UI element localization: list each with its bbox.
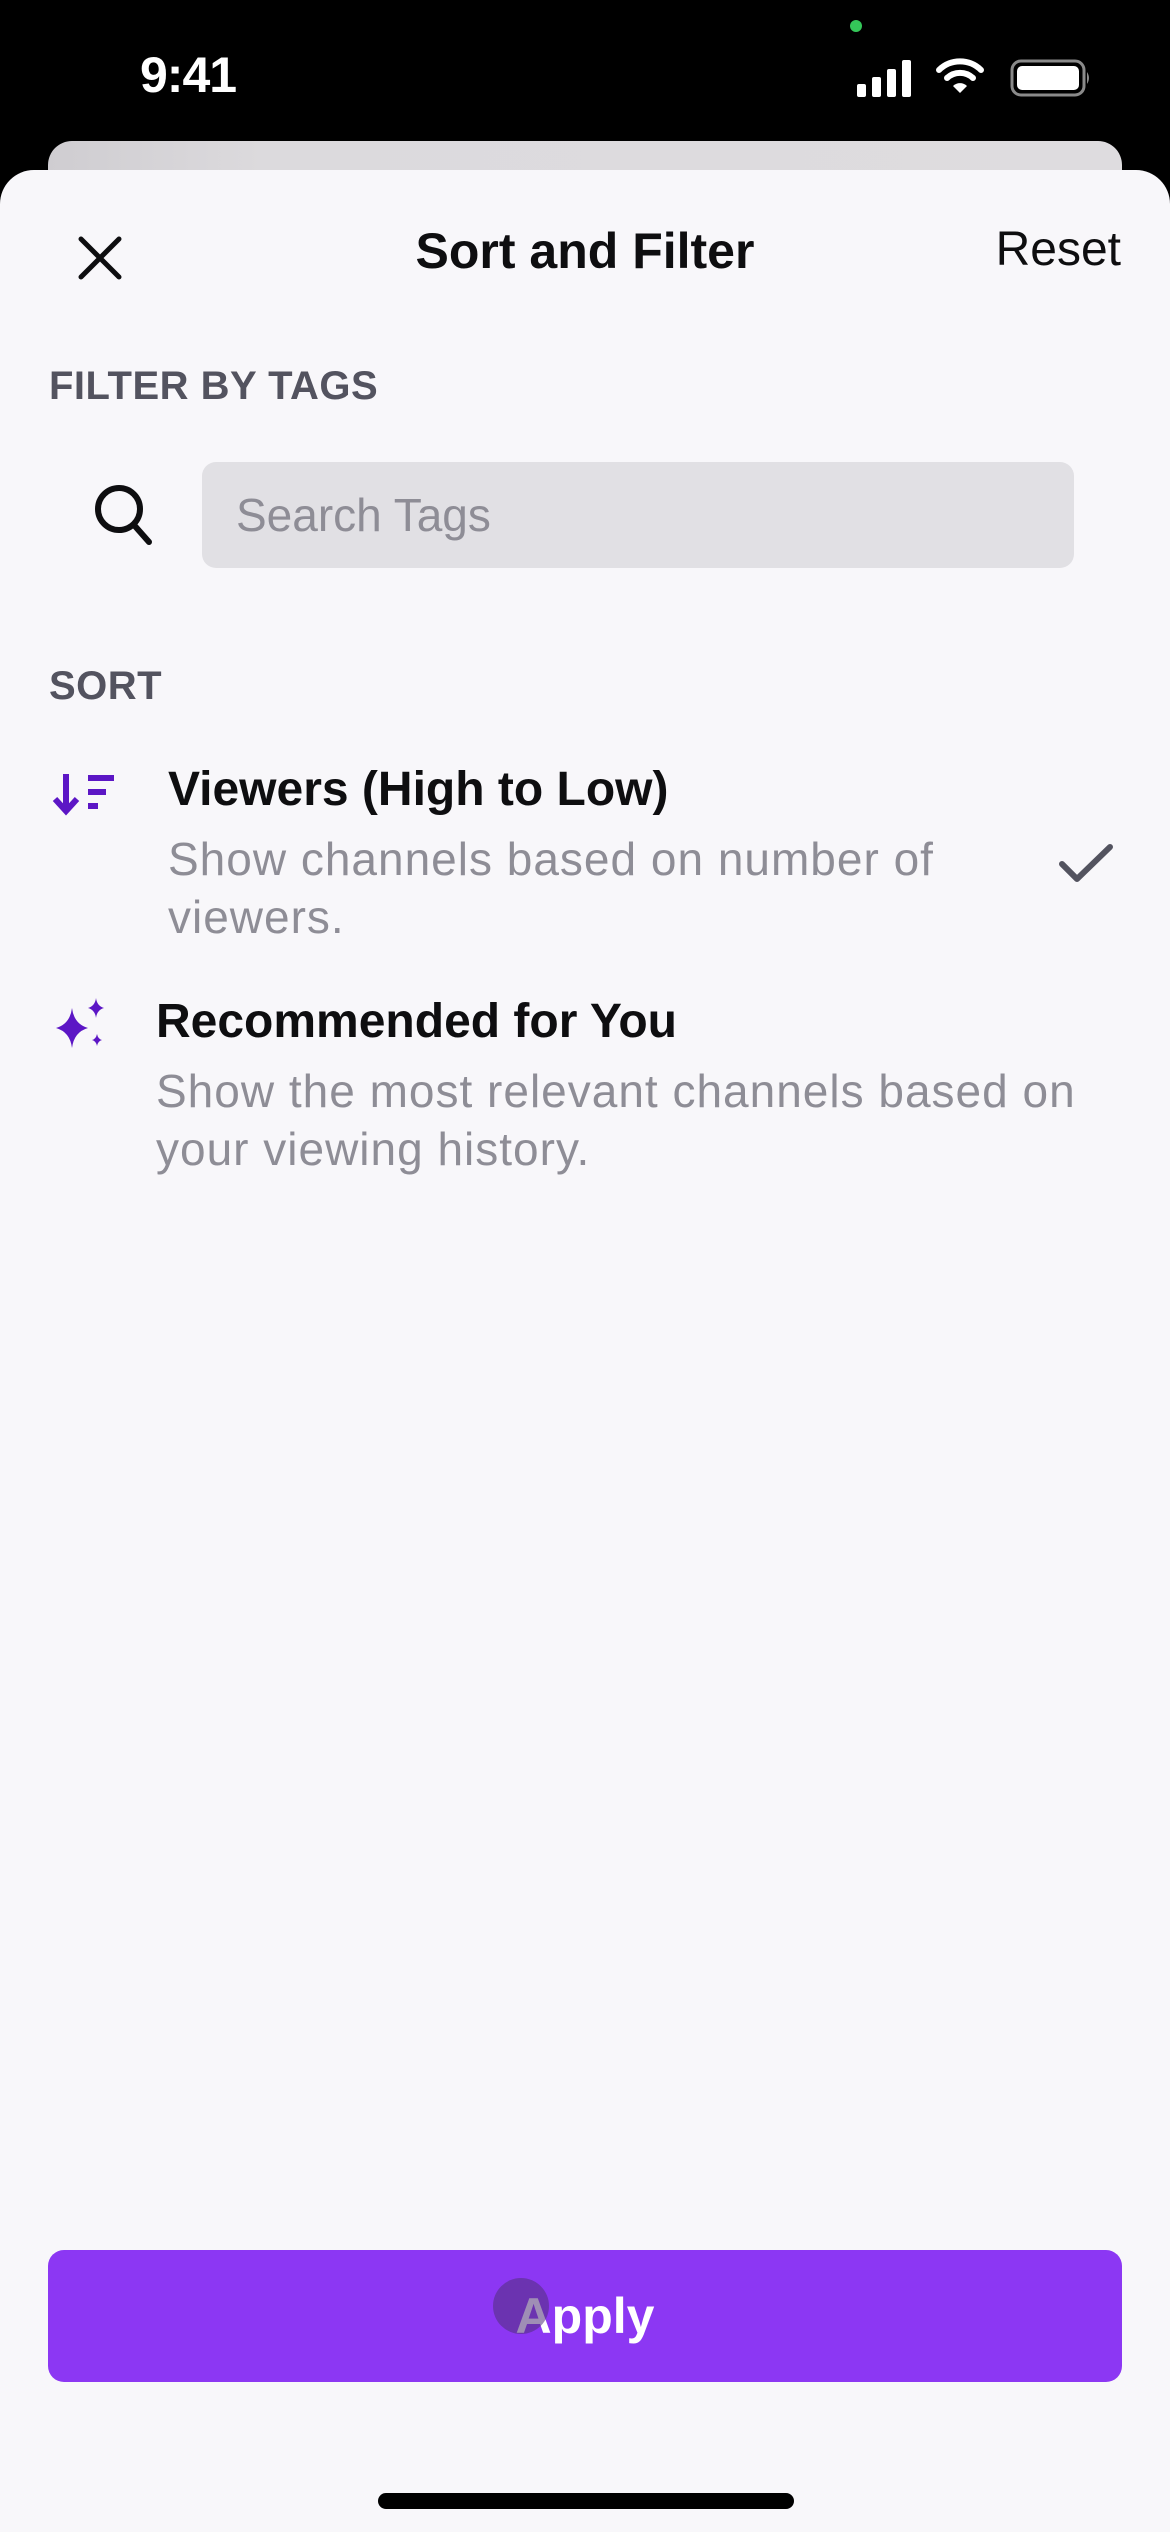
status-time: 9:41 xyxy=(140,47,237,103)
sort-option-recommended[interactable]: Recommended for You Show the most releva… xyxy=(0,984,1170,1194)
sparkles-icon xyxy=(56,998,104,1048)
sort-option-viewers[interactable]: Viewers (High to Low) Show channels base… xyxy=(0,750,1170,960)
signal-icon xyxy=(857,60,911,97)
reset-button[interactable]: Reset xyxy=(996,222,1121,277)
touch-indicator xyxy=(493,2278,549,2334)
status-bar: 9:41 xyxy=(0,0,1170,140)
sort-filter-sheet: Sort and Filter Reset FILTER BY TAGS SOR… xyxy=(0,170,1170,2532)
search-icon xyxy=(95,485,152,545)
filter-section-label: FILTER BY TAGS xyxy=(49,364,379,408)
battery-icon xyxy=(1010,59,1089,97)
sheet-header: Sort and Filter Reset xyxy=(0,170,1170,340)
sort-option-description: Show the most relevant channels based on… xyxy=(156,1065,1076,1175)
sort-option-title: Recommended for You xyxy=(156,995,677,1048)
sort-option-title: Viewers (High to Low) xyxy=(168,763,669,816)
camera-indicator-dot xyxy=(850,20,862,32)
checkmark-icon xyxy=(1059,844,1113,882)
search-tags-input[interactable] xyxy=(202,462,1074,568)
wifi-icon xyxy=(936,58,984,93)
sort-descending-icon xyxy=(52,774,114,816)
home-indicator[interactable] xyxy=(378,2493,794,2509)
page-title: Sort and Filter xyxy=(415,223,755,279)
sort-option-description: Show channels based on number of viewers… xyxy=(168,833,934,943)
apply-button[interactable]: Apply xyxy=(48,2250,1122,2382)
sort-section-label: SORT xyxy=(49,664,163,708)
